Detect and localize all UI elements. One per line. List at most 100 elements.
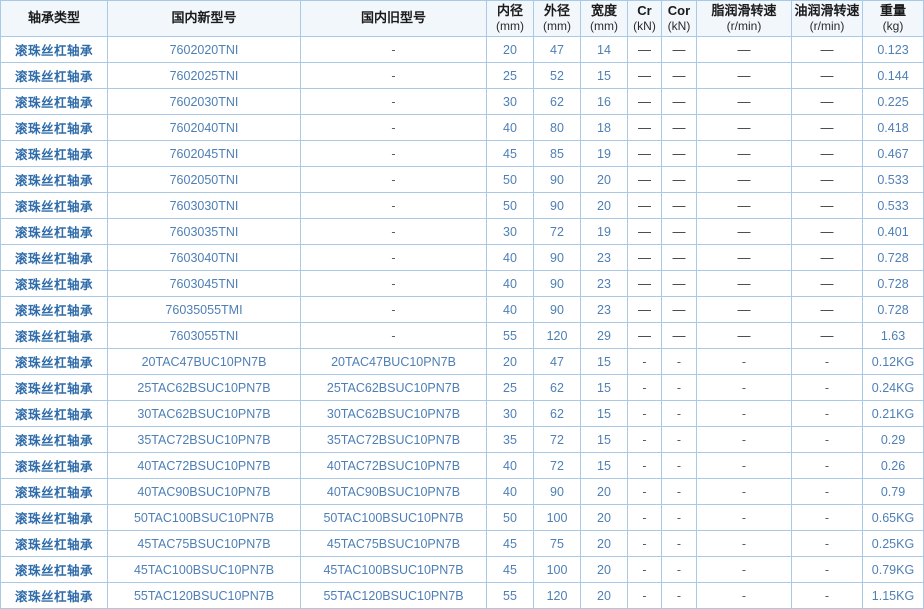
cell-new: 7602030TNI — [107, 88, 301, 115]
cell-width: 15 — [580, 400, 628, 427]
cell-grease: - — [696, 504, 792, 531]
column-header-title: Cr — [637, 2, 652, 18]
cell-width: 19 — [580, 218, 628, 245]
cell-width: 14 — [580, 36, 628, 63]
cell-od: 120 — [533, 322, 581, 349]
cell-new: 7602050TNI — [107, 166, 301, 193]
cell-type: 滚珠丝杠轴承 — [0, 452, 108, 479]
cell-type: 滚珠丝杠轴承 — [0, 582, 108, 609]
cell-bore: 40 — [486, 296, 534, 323]
column-header-grease: 脂润滑转速 (r/min) — [696, 0, 792, 37]
bearing-spec-table: 轴承类型 国内新型号 国内旧型号 内径 (mm) 外径 (mm) 宽度 (mm) Cr (kN) Co… — [0, 0, 924, 609]
cell-cor: - — [661, 374, 697, 401]
cell-new: 76035055TMI — [107, 296, 301, 323]
cell-grease: - — [696, 452, 792, 479]
cell-weight: 0.533 — [862, 166, 924, 193]
table-row: 滚珠丝杠轴承 45TAC75BSUC10PN7B 45TAC75BSUC10PN7B… — [0, 530, 924, 557]
table-row: 滚珠丝杠轴承 40TAC72BSUC10PN7B 40TAC72BSUC10PN7B… — [0, 452, 924, 479]
cell-width: 20 — [580, 556, 628, 583]
cell-grease: — — [696, 62, 792, 89]
cell-new: 40TAC72BSUC10PN7B — [107, 452, 301, 479]
cell-weight: 0.123 — [862, 36, 924, 63]
cell-cr: - — [627, 582, 662, 609]
table-row: 滚珠丝杠轴承 20TAC47BUC10PN7B 20TAC47BUC10PN7B 20… — [0, 348, 924, 375]
cell-width: 23 — [580, 244, 628, 271]
cell-grease: — — [696, 192, 792, 219]
cell-cr: — — [627, 88, 662, 115]
cell-weight: 0.728 — [862, 244, 924, 271]
cell-grease: — — [696, 140, 792, 167]
cell-cr: — — [627, 296, 662, 323]
cell-old: 20TAC47BUC10PN7B — [300, 348, 487, 375]
cell-old: 40TAC72BSUC10PN7B — [300, 452, 487, 479]
table-row: 滚珠丝杠轴承 25TAC62BSUC10PN7B 25TAC62BSUC10PN7B… — [0, 374, 924, 401]
cell-cr: - — [627, 478, 662, 505]
cell-cr: — — [627, 322, 662, 349]
cell-new: 7603040TNI — [107, 244, 301, 271]
cell-oil: - — [791, 452, 863, 479]
cell-old: 35TAC72BSUC10PN7B — [300, 426, 487, 453]
cell-grease: - — [696, 400, 792, 427]
cell-grease: - — [696, 348, 792, 375]
cell-cor: — — [661, 244, 697, 271]
cell-width: 15 — [580, 374, 628, 401]
cell-od: 72 — [533, 452, 581, 479]
column-header-unit: (r/min) — [726, 19, 762, 34]
column-header-cr: Cr (kN) — [627, 0, 662, 37]
cell-bore: 35 — [486, 426, 534, 453]
cell-cr: — — [627, 270, 662, 297]
cell-od: 90 — [533, 478, 581, 505]
cell-cor: — — [661, 270, 697, 297]
cell-cr: - — [627, 348, 662, 375]
cell-weight: 0.418 — [862, 114, 924, 141]
cell-cr: — — [627, 218, 662, 245]
cell-cr: — — [627, 140, 662, 167]
cell-bore: 30 — [486, 88, 534, 115]
table-row: 滚珠丝杠轴承 7603030TNI -50 90 20— — — —0.533 — [0, 192, 924, 219]
cell-width: 20 — [580, 530, 628, 557]
cell-old: 50TAC100BSUC10PN7B — [300, 504, 487, 531]
table-header: 轴承类型 国内新型号 国内旧型号 内径 (mm) 外径 (mm) 宽度 (mm) Cr (kN) Co… — [0, 0, 924, 37]
cell-new: 45TAC75BSUC10PN7B — [107, 530, 301, 557]
cell-cor: — — [661, 192, 697, 219]
cell-cr: — — [627, 244, 662, 271]
cell-width: 23 — [580, 270, 628, 297]
cell-cor: - — [661, 400, 697, 427]
cell-od: 52 — [533, 62, 581, 89]
cell-oil: - — [791, 478, 863, 505]
cell-bore: 30 — [486, 400, 534, 427]
cell-weight: 0.79KG — [862, 556, 924, 583]
cell-bore: 40 — [486, 478, 534, 505]
cell-od: 90 — [533, 166, 581, 193]
cell-oil: - — [791, 504, 863, 531]
cell-weight: 0.467 — [862, 140, 924, 167]
cell-weight: 0.29 — [862, 426, 924, 453]
cell-cor: - — [661, 504, 697, 531]
cell-cor: — — [661, 114, 697, 141]
cell-cor: - — [661, 582, 697, 609]
column-header-title: 宽度 — [590, 2, 617, 18]
cell-cor: — — [661, 218, 697, 245]
cell-cr: — — [627, 114, 662, 141]
table-body: 滚珠丝杠轴承 7602020TNI -20 47 14— — — —0.123 滚珠丝杠轴承 76… — [0, 36, 924, 609]
cell-old: - — [300, 218, 487, 245]
column-header-unit: (kN) — [633, 19, 656, 34]
cell-grease: — — [696, 218, 792, 245]
cell-type: 滚珠丝杠轴承 — [0, 192, 108, 219]
cell-oil: - — [791, 400, 863, 427]
cell-new: 7602040TNI — [107, 114, 301, 141]
cell-width: 20 — [580, 192, 628, 219]
cell-cor: — — [661, 296, 697, 323]
column-header-oil: 油润滑转速 (r/min) — [791, 0, 863, 37]
cell-width: 15 — [580, 348, 628, 375]
cell-new: 35TAC72BSUC10PN7B — [107, 426, 301, 453]
cell-type: 滚珠丝杠轴承 — [0, 140, 108, 167]
cell-weight: 0.728 — [862, 270, 924, 297]
cell-grease: — — [696, 114, 792, 141]
cell-new: 7603035TNI — [107, 218, 301, 245]
cell-width: 20 — [580, 478, 628, 505]
cell-bore: 20 — [486, 348, 534, 375]
cell-weight: 0.533 — [862, 192, 924, 219]
cell-oil: — — [791, 296, 863, 323]
cell-width: 20 — [580, 504, 628, 531]
